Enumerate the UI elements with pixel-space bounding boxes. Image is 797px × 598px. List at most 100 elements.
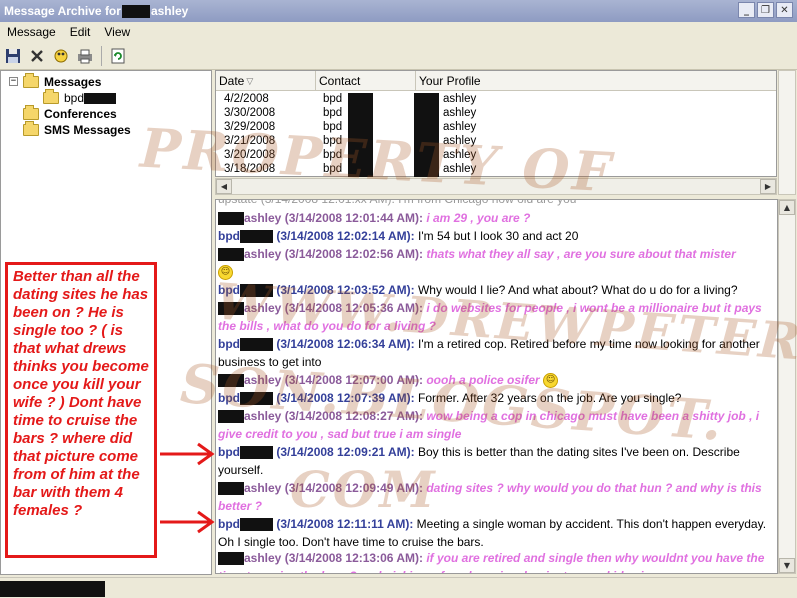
redacted-block (240, 392, 273, 406)
table-row[interactable]: 4/2/2008 bpd ashley (216, 93, 776, 107)
cell-date: 3/29/2008 (224, 121, 276, 133)
tree-item-contact[interactable]: bpd (43, 89, 117, 106)
redacted-block (240, 230, 273, 244)
scroll-left-button[interactable]: ◀ (216, 179, 232, 194)
list-horizontal-scrollbar[interactable]: ◀ ▶ (215, 178, 777, 195)
save-icon[interactable] (3, 46, 23, 66)
minimize-button[interactable]: _ (738, 2, 755, 18)
refresh-icon[interactable] (108, 46, 128, 66)
message-time: (3/14/2008 12:03:52 AM): (276, 283, 415, 297)
message-sender: ashley (3/14/2008 12:13:06 AM): (218, 551, 423, 566)
chat-message: ashley (3/14/2008 12:02:56 AM): thats wh… (218, 245, 773, 281)
table-row[interactable]: 3/21/2008 bpd ashley (216, 135, 776, 149)
redacted-block (414, 135, 439, 149)
table-row[interactable]: 3/20/2008 bpd ashley (216, 149, 776, 163)
cell-profile: ashley (443, 107, 477, 119)
column-header-contact[interactable]: Contact (316, 71, 416, 91)
window-title-suffix: ashley (150, 4, 189, 18)
title-bar: Message Archive for ashley _ ❐ ✕ (0, 0, 797, 22)
cell-contact: bpd (323, 149, 343, 161)
scroll-down-button[interactable]: ▼ (779, 558, 795, 573)
cell-profile: ashley (443, 163, 477, 175)
collapse-toggle[interactable]: − (9, 77, 18, 86)
smiley-icon: ☺ (218, 265, 233, 281)
toolbar (0, 42, 797, 70)
delete-icon[interactable] (27, 46, 47, 66)
column-header-profile[interactable]: Your Profile (416, 71, 776, 91)
redacted-block (218, 374, 244, 388)
column-label-contact: Contact (319, 74, 361, 88)
redacted-block (218, 248, 244, 262)
message-sender: ashley (3/14/2008 12:02:56 AM): (218, 247, 423, 262)
annotation-arrow-1 (160, 442, 215, 466)
message-sender: bpd (3/14/2008 12:06:34 AM): (218, 337, 415, 352)
message-list: Date ▽ Contact Your Profile 4/2/2008 bpd a… (215, 70, 777, 177)
message-text: oooh a police osifer (426, 373, 540, 387)
window-title-prefix: Message Archive for (4, 4, 121, 18)
redacted-block (240, 518, 273, 532)
redacted-block (218, 552, 244, 566)
scroll-up-button[interactable]: ▲ (779, 200, 795, 215)
close-button[interactable]: ✕ (776, 2, 793, 18)
annotation-text: Better than all the dating sites he has … (13, 268, 149, 519)
message-sender: bpd (3/14/2008 12:02:14 AM): (218, 229, 415, 244)
tree-item-conferences[interactable]: Conferences (23, 105, 117, 122)
message-text: i am 29 , you are ? (426, 211, 531, 225)
chat-message: bpd (3/14/2008 12:07:39 AM): Former. Aft… (218, 389, 773, 407)
message-sender: bpd (3/14/2008 12:03:52 AM): (218, 283, 415, 298)
message-text: thats what they all say , are you sure a… (426, 247, 736, 261)
redacted-block (414, 149, 439, 163)
annotation-arrow-2 (160, 510, 215, 534)
tree-label-messages: Messages (44, 75, 102, 89)
redacted-block (218, 482, 244, 496)
smiley-icon: ☺ (543, 373, 559, 389)
menu-message[interactable]: Message (0, 25, 63, 39)
message-time: (3/14/2008 12:09:49 AM): (284, 481, 423, 495)
cell-contact: bpd (323, 163, 343, 175)
tree-item-messages[interactable]: Messages (23, 73, 102, 90)
message-time: (3/14/2008 12:02:14 AM): (276, 229, 415, 243)
column-label-profile: Your Profile (419, 74, 481, 88)
message-sender: ashley (3/14/2008 12:09:49 AM): (218, 481, 423, 496)
redacted-block (240, 446, 273, 460)
column-header-date[interactable]: Date ▽ (216, 71, 316, 91)
tree-item-sms[interactable]: SMS Messages (23, 121, 131, 138)
cell-profile: ashley (443, 135, 477, 147)
tree-label-conferences: Conferences (44, 107, 117, 121)
sort-arrow-icon: ▽ (246, 75, 254, 86)
table-row[interactable]: 3/29/2008 bpd ashley (216, 121, 776, 135)
redacted-block (121, 4, 150, 18)
redacted-block (348, 163, 373, 177)
print-icon[interactable] (75, 46, 95, 66)
find-icon[interactable] (51, 46, 71, 66)
cell-contact: bpd (323, 93, 343, 105)
message-time: (3/14/2008 12:07:39 AM): (276, 391, 415, 405)
message-time: (3/14/2008 12:02:56 AM): (284, 247, 423, 261)
chat-vertical-scrollbar[interactable]: ▲ ▼ (778, 199, 796, 574)
annotation-box: Better than all the dating sites he has … (5, 262, 157, 558)
message-time: (3/14/2008 12:08:27 AM): (284, 409, 423, 423)
menu-view[interactable]: View (97, 25, 137, 39)
table-row[interactable]: 3/30/2008 bpd ashley (216, 107, 776, 121)
chat-message: bpd (3/14/2008 12:06:34 AM): I'm a retir… (218, 335, 773, 371)
message-text: Former. After 32 years on the job. Are y… (417, 391, 682, 405)
list-vertical-scrollbar[interactable] (778, 70, 796, 195)
folder-icon (23, 121, 39, 136)
chat-message: ashley (3/14/2008 12:05:36 AM): i do web… (218, 299, 773, 335)
maximize-button[interactable]: ❐ (757, 2, 774, 18)
list-header: Date ▽ Contact Your Profile (216, 71, 776, 91)
message-text: Why would I lie? And what about? What do… (417, 283, 738, 297)
cell-date: 3/21/2008 (224, 135, 276, 147)
menu-edit[interactable]: Edit (63, 25, 98, 39)
folder-icon (23, 105, 39, 120)
tree-label-sms: SMS Messages (44, 123, 131, 137)
cell-profile: ashley (443, 149, 477, 161)
redacted-block (84, 92, 117, 104)
message-text: I'm 54 but I look 30 and act 20 (417, 229, 579, 243)
folder-icon (23, 73, 39, 88)
table-row[interactable]: 3/18/2008 bpd ashley (216, 163, 776, 177)
message-time: (3/14/2008 12:13:06 AM): (284, 551, 423, 565)
redacted-block (218, 212, 244, 226)
chat-transcript: upstate (3/14/2008 12:01:xx AM): I'm fro… (215, 199, 778, 574)
scroll-right-button[interactable]: ▶ (760, 179, 776, 194)
